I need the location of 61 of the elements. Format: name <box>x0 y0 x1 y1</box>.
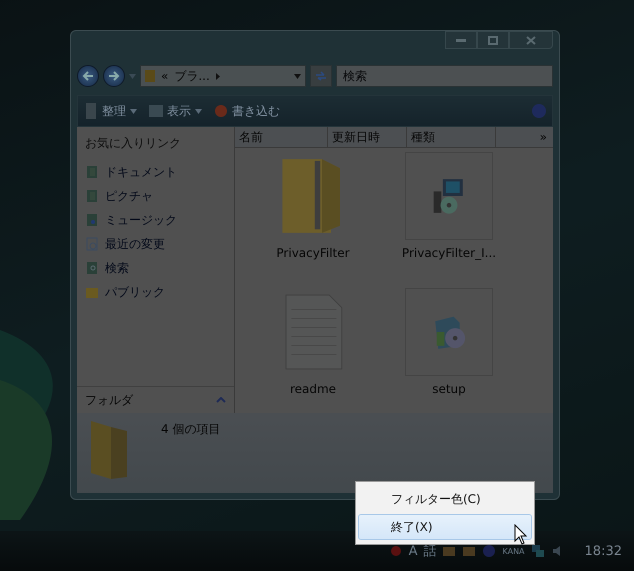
favorite-link[interactable]: ドキュメント <box>105 164 177 180</box>
kana-indicator[interactable]: KANA <box>502 546 525 556</box>
breadcrumb-arrow-icon[interactable] <box>216 72 220 80</box>
ime-dictionary-indicator[interactable]: 話 <box>423 542 436 560</box>
minimize-button[interactable] <box>445 31 477 49</box>
mouse-pointer-icon <box>514 524 528 546</box>
folder-icon <box>145 70 155 82</box>
views-icon <box>149 105 163 117</box>
favorite-link[interactable]: パブリック <box>105 284 165 300</box>
file-name[interactable]: PrivacyFilter_I... <box>402 246 496 260</box>
breadcrumb[interactable]: ブラ... <box>174 68 210 84</box>
forward-button[interactable] <box>103 65 125 87</box>
menu-item[interactable]: 終了(X) <box>358 514 532 540</box>
forward-arrow-icon <box>108 71 120 81</box>
music-icon <box>85 213 99 227</box>
folder-icon <box>85 285 99 299</box>
search-field[interactable]: 検索 <box>336 65 553 87</box>
box-icon[interactable] <box>442 544 456 558</box>
file-name[interactable]: setup <box>432 382 466 396</box>
search-folder-icon <box>85 261 99 275</box>
back-button[interactable] <box>77 65 99 87</box>
toolbar-button[interactable]: 表示 <box>149 102 202 120</box>
clock[interactable]: 18:32 <box>584 544 622 558</box>
column-header[interactable]: 更新日時 <box>328 127 407 147</box>
favorite-link[interactable]: 最近の変更 <box>105 236 165 252</box>
pages-icon <box>84 103 98 119</box>
column-header[interactable]: 種類 <box>407 127 496 147</box>
item-count: 4 個の項目 <box>161 421 220 438</box>
box-icon[interactable] <box>462 544 476 558</box>
favorite-link[interactable]: 検索 <box>105 260 129 276</box>
close-icon <box>526 36 536 44</box>
network-icon[interactable] <box>530 544 545 558</box>
favorite-links-heading: お気に入りリンク <box>85 135 182 152</box>
ime-mode-indicator[interactable]: A <box>408 544 418 558</box>
file-name[interactable]: PrivacyFilter <box>276 246 350 260</box>
minimize-icon <box>456 38 466 42</box>
dropdown-icon[interactable] <box>195 108 202 114</box>
close-button[interactable] <box>509 31 553 49</box>
file-name[interactable]: readme <box>290 382 336 396</box>
dropdown-icon[interactable] <box>294 74 301 78</box>
address-bar[interactable]: « ブラ... <box>140 65 306 87</box>
maximize-icon <box>488 36 498 44</box>
folders-label[interactable]: フォルダ <box>85 392 133 408</box>
favorite-link[interactable]: ミュージック <box>105 212 177 228</box>
pictures-icon <box>85 189 99 203</box>
disc-icon <box>214 104 228 118</box>
more-columns-button[interactable]: » <box>534 127 553 147</box>
collapse-chevron-icon[interactable] <box>216 397 226 403</box>
documents-icon <box>85 165 99 179</box>
dropdown-icon[interactable] <box>130 108 137 114</box>
favorite-link[interactable]: ピクチャ <box>105 188 153 204</box>
maximize-button[interactable] <box>477 31 509 49</box>
column-header[interactable]: 名前 <box>235 127 328 147</box>
history-dropdown-icon[interactable] <box>129 74 136 78</box>
refresh-button[interactable] <box>310 65 332 87</box>
back-arrow-icon <box>82 71 94 81</box>
breadcrumb-overflow[interactable]: « <box>161 69 168 83</box>
toolbar-button[interactable]: 整理 <box>84 102 137 120</box>
refresh-icon <box>315 71 327 81</box>
menu-item[interactable]: フィルター色(C) <box>358 486 532 512</box>
toolbar-button[interactable]: 書き込む <box>214 102 280 120</box>
